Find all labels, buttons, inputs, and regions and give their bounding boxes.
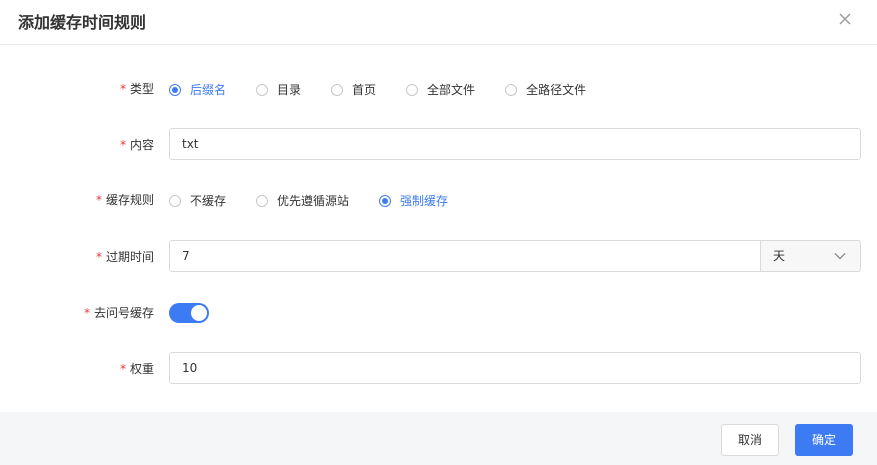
radio-dot — [169, 194, 181, 207]
radio-label: 不缓存 — [190, 194, 227, 208]
form-row-content: * 内容 txt — [0, 128, 877, 160]
radio-label: 优先遵循源站 — [277, 194, 350, 208]
form-row-ignore-query: * 去问号缓存 — [0, 302, 877, 324]
radio-label: 目录 — [277, 83, 302, 97]
required-mark: * — [119, 82, 126, 96]
close-icon[interactable] — [835, 9, 855, 29]
radio-type-full-path[interactable]: 全路径文件 — [505, 81, 586, 98]
required-mark: * — [119, 362, 126, 376]
weight-label-text: 权重 — [129, 362, 154, 376]
chevron-down-icon — [834, 253, 846, 260]
radio-type-suffix[interactable]: 后缀名 — [169, 81, 226, 98]
radio-dot — [169, 83, 181, 96]
radio-dot — [505, 83, 518, 96]
radio-dot — [256, 194, 269, 207]
form-row-cache-rule: * 缓存规则 不缓存 优先遵循源站 强制缓存 — [0, 190, 877, 210]
radio-dot — [331, 83, 344, 96]
switch-knob — [191, 305, 207, 321]
radio-dot — [256, 83, 269, 96]
expire-label-text: 过期时间 — [105, 250, 154, 264]
radio-dot — [406, 83, 419, 96]
confirm-button[interactable]: 确定 — [795, 424, 853, 456]
content-label-text: 内容 — [129, 138, 154, 152]
type-label-text: 类型 — [129, 82, 154, 96]
radio-type-directory[interactable]: 目录 — [256, 81, 301, 98]
cache-rule-label: * 缓存规则 — [96, 191, 154, 208]
radio-type-homepage[interactable]: 首页 — [331, 81, 376, 98]
radio-label: 首页 — [352, 83, 377, 97]
dialog-footer: 取消 确定 — [0, 412, 877, 465]
radio-dot — [379, 194, 392, 207]
dialog-title: 添加缓存时间规则 — [18, 13, 147, 32]
form-row-type: * 类型 后缀名 目录 首页 全部文件 全路径文件 — [0, 79, 877, 99]
content-label: * 内容 — [120, 136, 154, 153]
radio-label: 后缀名 — [190, 83, 227, 97]
radio-label: 强制缓存 — [400, 194, 449, 208]
expire-label: * 过期时间 — [96, 248, 154, 265]
required-mark: * — [119, 138, 126, 152]
form-row-expire: * 过期时间 7 天 — [0, 240, 877, 272]
required-mark: * — [95, 250, 102, 264]
radio-type-all-files[interactable]: 全部文件 — [406, 81, 475, 98]
cancel-button[interactable]: 取消 — [721, 424, 779, 456]
add-cache-rule-dialog: 添加缓存时间规则 * 类型 后缀名 目录 首页 全部文件 全路径文件 * 内容 tx… — [0, 0, 877, 465]
weight-input[interactable]: 10 — [169, 352, 861, 384]
radio-follow-origin[interactable]: 优先遵循源站 — [256, 192, 349, 209]
ignore-query-label: * 去问号缓存 — [84, 304, 154, 321]
type-radio-group: 后缀名 目录 首页 全部文件 全路径文件 — [169, 81, 616, 98]
radio-label: 全路径文件 — [526, 83, 587, 97]
cache-rule-label-text: 缓存规则 — [105, 193, 154, 207]
radio-force-cache[interactable]: 强制缓存 — [379, 192, 448, 209]
expire-input[interactable]: 7 — [169, 240, 761, 272]
expire-unit-value: 天 — [773, 249, 786, 263]
weight-label: * 权重 — [120, 360, 154, 377]
radio-label: 全部文件 — [427, 83, 476, 97]
cache-rule-radio-group: 不缓存 优先遵循源站 强制缓存 — [169, 192, 478, 209]
ignore-query-switch[interactable] — [169, 303, 209, 323]
required-mark: * — [83, 306, 90, 320]
type-label: * 类型 — [120, 80, 154, 97]
form-row-weight: * 权重 10 — [0, 352, 877, 384]
ignore-query-label-text: 去问号缓存 — [93, 306, 154, 320]
expire-unit-select[interactable]: 天 — [760, 240, 861, 272]
radio-no-cache[interactable]: 不缓存 — [169, 192, 226, 209]
content-input[interactable]: txt — [169, 128, 861, 160]
dialog-header: 添加缓存时间规则 — [0, 0, 877, 45]
required-mark: * — [95, 193, 102, 207]
